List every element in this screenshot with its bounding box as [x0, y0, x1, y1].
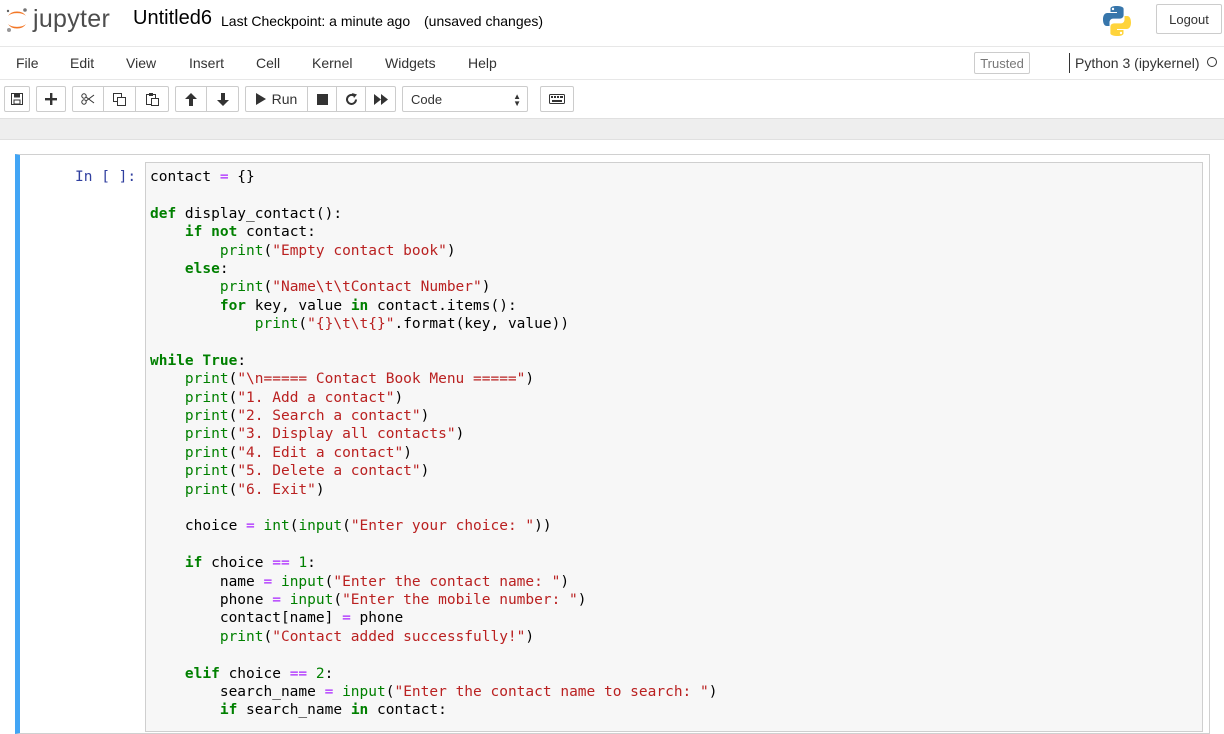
code-line[interactable]: contact[name] = phone [150, 609, 717, 627]
input-prompt: In [ ]: [75, 169, 137, 185]
code-line[interactable]: if choice == 1: [150, 554, 717, 572]
keyboard-icon [549, 94, 565, 104]
kernel-status-icon [1207, 57, 1217, 67]
code-line[interactable]: print("3. Display all contacts") [150, 425, 717, 443]
jupyter-logo-icon [5, 6, 29, 34]
code-line[interactable]: print("4. Edit a contact") [150, 444, 717, 462]
toolbar: Run Code ▲ ▼ [0, 80, 1224, 116]
paste-icon [145, 92, 159, 106]
move-up-button[interactable] [175, 86, 207, 112]
code-line[interactable]: ​ [150, 499, 717, 517]
code-line[interactable]: print("Name\t\tContact Number") [150, 278, 717, 296]
menu-help[interactable]: Help [468, 55, 497, 71]
command-palette-button[interactable] [540, 86, 574, 112]
code-line[interactable]: ​ [150, 536, 717, 554]
menu-view[interactable]: View [126, 55, 156, 71]
kernel-name[interactable]: Python 3 (ipykernel) [1075, 55, 1200, 71]
notebook-title[interactable]: Untitled6 [133, 7, 212, 30]
menu-file[interactable]: File [16, 55, 39, 71]
python-logo-icon [1100, 4, 1134, 38]
code-line[interactable]: choice = int(input("Enter your choice: "… [150, 517, 717, 535]
trusted-indicator[interactable]: Trusted [974, 52, 1030, 74]
code-line[interactable]: print("Contact added successfully!") [150, 628, 717, 646]
code-line[interactable]: def display_contact(): [150, 205, 717, 223]
cut-icon [81, 93, 95, 105]
code-line[interactable]: if search_name in contact: [150, 701, 717, 719]
restart-icon [345, 92, 358, 106]
code-line[interactable]: ​ [150, 646, 717, 664]
save-button[interactable] [4, 86, 30, 112]
checkpoint-status: Last Checkpoint: a minute ago [221, 13, 411, 29]
interrupt-button[interactable] [307, 86, 337, 112]
run-button[interactable]: Run [245, 86, 308, 112]
code-line[interactable]: ​ [150, 186, 717, 204]
menu-cell[interactable]: Cell [256, 55, 280, 71]
paste-button[interactable] [135, 86, 169, 112]
code-line[interactable]: if not contact: [150, 223, 717, 241]
logo-text: jupyter [33, 5, 111, 33]
code-line[interactable]: contact = {} [150, 168, 717, 186]
code-line[interactable]: print("\n===== Contact Book Menu =====") [150, 370, 717, 388]
menu-kernel[interactable]: Kernel [312, 55, 352, 71]
code-content[interactable]: contact = {}​def display_contact(): if n… [150, 168, 717, 720]
code-line[interactable]: print("{}\t\t{}".format(key, value)) [150, 315, 717, 333]
fast-forward-icon [373, 93, 388, 105]
code-line[interactable]: print("5. Delete a contact") [150, 462, 717, 480]
code-line[interactable]: print("6. Exit") [150, 481, 717, 499]
autosave-status: (unsaved changes) [424, 13, 544, 29]
run-label: Run [271, 91, 298, 107]
code-line[interactable]: print("Empty contact book") [150, 242, 717, 260]
select-caret-icon: ▲ ▼ [513, 92, 521, 108]
restart-button[interactable] [336, 86, 366, 112]
jupyter-logo[interactable]: jupyter [5, 5, 110, 34]
code-line[interactable]: else: [150, 260, 717, 278]
insert-cell-button[interactable] [36, 86, 66, 112]
menu-bar: File Edit View Insert Cell Kernel Widget… [0, 46, 1224, 80]
code-line[interactable]: ​ [150, 334, 717, 352]
arrow-down-icon [216, 92, 229, 106]
code-line[interactable]: print("1. Add a contact") [150, 389, 717, 407]
play-icon [255, 93, 266, 105]
menu-edit[interactable]: Edit [70, 55, 94, 71]
stop-icon [316, 93, 328, 105]
plus-icon [45, 93, 57, 105]
cut-button[interactable] [72, 86, 104, 112]
copy-button[interactable] [103, 86, 136, 112]
code-line[interactable]: name = input("Enter the contact name: ") [150, 573, 717, 591]
restart-run-all-button[interactable] [365, 86, 396, 112]
kernel-divider [1069, 53, 1070, 73]
header-divider [0, 118, 1224, 140]
code-line[interactable]: while True: [150, 352, 717, 370]
header: jupyter Untitled6 Last Checkpoint: a min… [0, 0, 1224, 44]
code-line[interactable]: for key, value in contact.items(): [150, 297, 717, 315]
copy-icon [113, 92, 126, 106]
cell-type-select[interactable]: Code ▲ ▼ [402, 86, 528, 112]
code-line[interactable]: search_name = input("Enter the contact n… [150, 683, 718, 701]
cell-type-value: Code [411, 91, 443, 107]
menu-widgets[interactable]: Widgets [385, 55, 436, 71]
logout-button[interactable]: Logout [1156, 4, 1222, 34]
save-icon [11, 93, 23, 105]
code-line[interactable]: elif choice == 2: [150, 665, 717, 683]
move-down-button[interactable] [206, 86, 239, 112]
menu-insert[interactable]: Insert [189, 55, 224, 71]
code-line[interactable]: phone = input("Enter the mobile number: … [150, 591, 717, 609]
arrow-up-icon [185, 92, 197, 106]
code-line[interactable]: print("2. Search a contact") [150, 407, 717, 425]
